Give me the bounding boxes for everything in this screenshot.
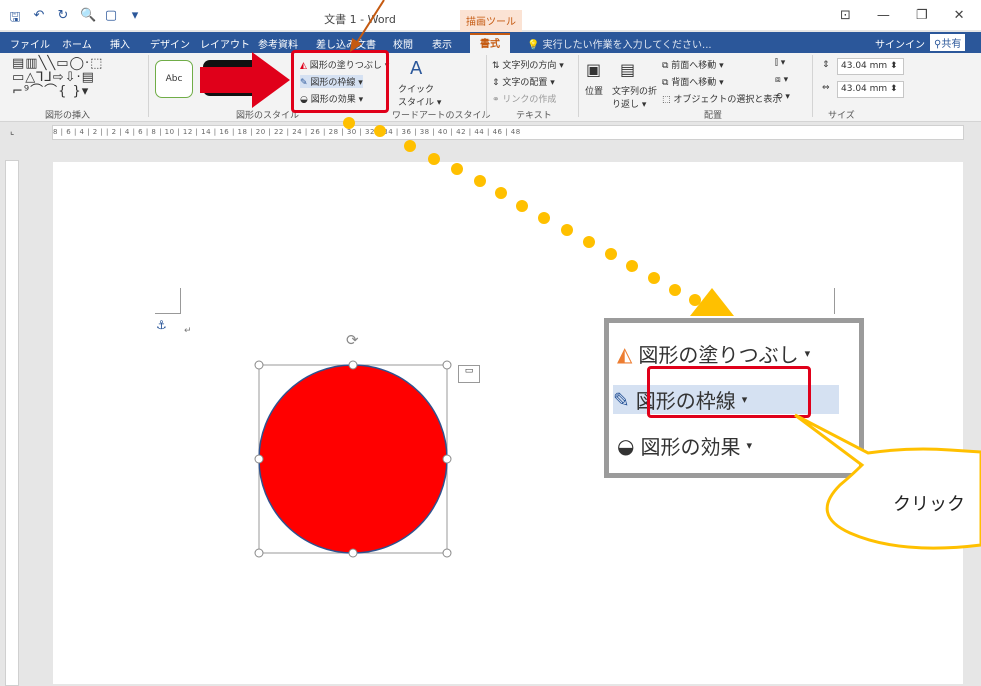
outline-pen-icon: ✎ [613,387,630,412]
tab-design[interactable]: デザイン [150,36,190,51]
margin-mark-h [155,313,181,314]
customize-icon[interactable]: ▾ [128,8,142,30]
group-label-shape-styles: 図形のスタイル [236,111,300,121]
create-link-label: リンクの作成 [502,95,557,105]
wrap-text-icon: ▤ [620,60,636,79]
wrap-line1: 文字列の折 [612,87,658,97]
undo-icon[interactable]: ↶ [32,8,46,30]
margin-mark-v [180,288,181,314]
save-icon[interactable]: 🖫 [8,8,22,30]
chevron-down-icon: ▾ [804,347,811,360]
tell-me-placeholder: 実行したい作業を入力してください... [542,40,712,51]
create-link-button[interactable]: ⚭ リンクの作成 [492,92,556,105]
width-icon: ⇔ [822,83,830,93]
shape-canvas: ⟳ [254,331,452,558]
rotate-icon[interactable]: ⟲ ▾ [775,92,790,102]
tell-me-input[interactable]: 💡 実行したい作業を入力してください... [527,36,712,51]
group-label-size: サイズ [828,111,855,121]
print-preview-icon[interactable]: 🔍 [80,8,96,30]
new-doc-icon[interactable]: ▢ [104,8,118,30]
window-controls: ⊡ — ❐ ✕ [840,8,964,23]
shape-height-input[interactable]: 43.04 mm ⬍ [837,58,904,75]
text-fill-icon: A [410,58,423,79]
style-sample-abc[interactable]: Abc [155,60,193,98]
text-direction-label: 文字列の方向 [502,61,557,71]
selection-pane-button[interactable]: ⬚ オブジェクトの選択と表示 [662,92,781,105]
group-label-insert-shapes: 図形の挿入 [45,111,91,121]
paragraph-mark-icon: ↵ [184,326,192,336]
signin-link[interactable]: サインイン [875,36,925,51]
context-tab-drawing-tools: 描画ツール [460,10,522,33]
red-circle-shape[interactable] [258,364,448,554]
pointer-arrow-icon [350,0,385,52]
group-label-wordart: ワードアートのスタイル [392,111,491,121]
minimize-icon[interactable]: — [877,8,890,23]
zoom-effects-row: ◒ 図形の効果 ▾ [617,431,752,460]
vertical-ruler[interactable] [5,160,19,686]
margin-mark-right [834,288,835,314]
anchor-icon: ⚓ [156,318,167,332]
close-icon[interactable]: ✕ [954,8,965,23]
quick-access-toolbar: 🖫 ↶ ↻ 🔍 ▢ ▾ [8,8,142,30]
zoom-effects-label: 図形の効果 [640,435,741,459]
callout-text: クリック [893,494,965,515]
ribbon-display-icon[interactable]: ⊡ [840,8,851,23]
tab-references[interactable]: 参考資料 [258,36,298,51]
horizontal-ruler[interactable]: 8 | 6 | 4 | 2 | | 2 | 4 | 6 | 8 | 10 | 1… [52,125,964,140]
tab-format[interactable]: 書式 [470,33,510,55]
tab-file[interactable]: ファイル [10,36,50,51]
rotate-handle-icon[interactable]: ⟳ [346,331,359,349]
quick-styles-line1: クイック [398,85,435,95]
width-value: 43.04 mm [841,84,888,94]
share-button[interactable]: ⚲共有 [930,34,966,51]
shape-width-input[interactable]: 43.04 mm ⬍ [837,81,904,98]
height-icon: ⇕ [822,60,830,70]
effects-icon: ◒ [617,433,635,458]
group-icon[interactable]: ⧈ ▾ [775,75,788,85]
quick-styles-button[interactable]: クイック スタイル ▾ [398,82,441,108]
text-align-label: 文字の配置 [502,78,548,88]
highlight-box-zoom [647,366,811,418]
selection-pane-label: オブジェクトの選択と表示 [673,95,782,105]
height-value: 43.04 mm [841,61,888,71]
red-arrow-icon [200,52,290,108]
text-align-button[interactable]: ⇕ 文字の配置 ▾ [492,75,555,88]
bring-forward-button[interactable]: ⧉ 前面へ移動 ▾ [662,58,724,71]
send-backward-button[interactable]: ⧉ 背面へ移動 ▾ [662,75,724,88]
wrap-line2: り返し [612,100,640,110]
redo-icon[interactable]: ↻ [56,8,70,30]
tab-layout[interactable]: レイアウト [200,36,250,51]
position-button[interactable]: 位置 [585,84,603,97]
tab-view[interactable]: 表示 [432,36,452,51]
tab-insert[interactable]: 挿入 [110,36,130,51]
speech-bubble [794,413,981,550]
align-icon[interactable]: ⫿ ▾ [775,58,785,68]
group-label-text: テキスト [516,111,552,121]
quick-styles-line2: スタイル [398,98,435,108]
position-icon: ▣ [586,60,602,79]
zoom-pointer-triangle [690,288,734,316]
layout-options-icon[interactable]: ▭ [458,365,480,383]
text-direction-button[interactable]: ⇅ 文字列の方向 ▾ [492,58,564,71]
group-label-arrange: 配置 [704,111,723,121]
zoom-fill-row: ◭ 図形の塗りつぶし ▾ [617,339,810,368]
tab-stop-icon[interactable]: ⌞ [10,127,14,137]
restore-icon[interactable]: ❐ [916,8,928,23]
tab-home[interactable]: ホーム [62,36,92,51]
share-label: 共有 [941,39,962,50]
bring-forward-label: 前面へ移動 [671,61,717,71]
shapes-gallery[interactable]: ▤▥╲╲▭◯·⬚ ▭△⅂⅃⇨⇩·▤ ⌐⁹⌒⌒{ }▾ [12,57,103,99]
fill-bucket-icon: ◭ [617,341,633,366]
chevron-down-icon: ▾ [746,439,752,452]
send-backward-label: 背面へ移動 [671,78,717,88]
wrap-text-button[interactable]: 文字列の折 り返し ▾ [612,84,657,110]
zoom-fill-label: 図形の塗りつぶし [638,343,799,367]
